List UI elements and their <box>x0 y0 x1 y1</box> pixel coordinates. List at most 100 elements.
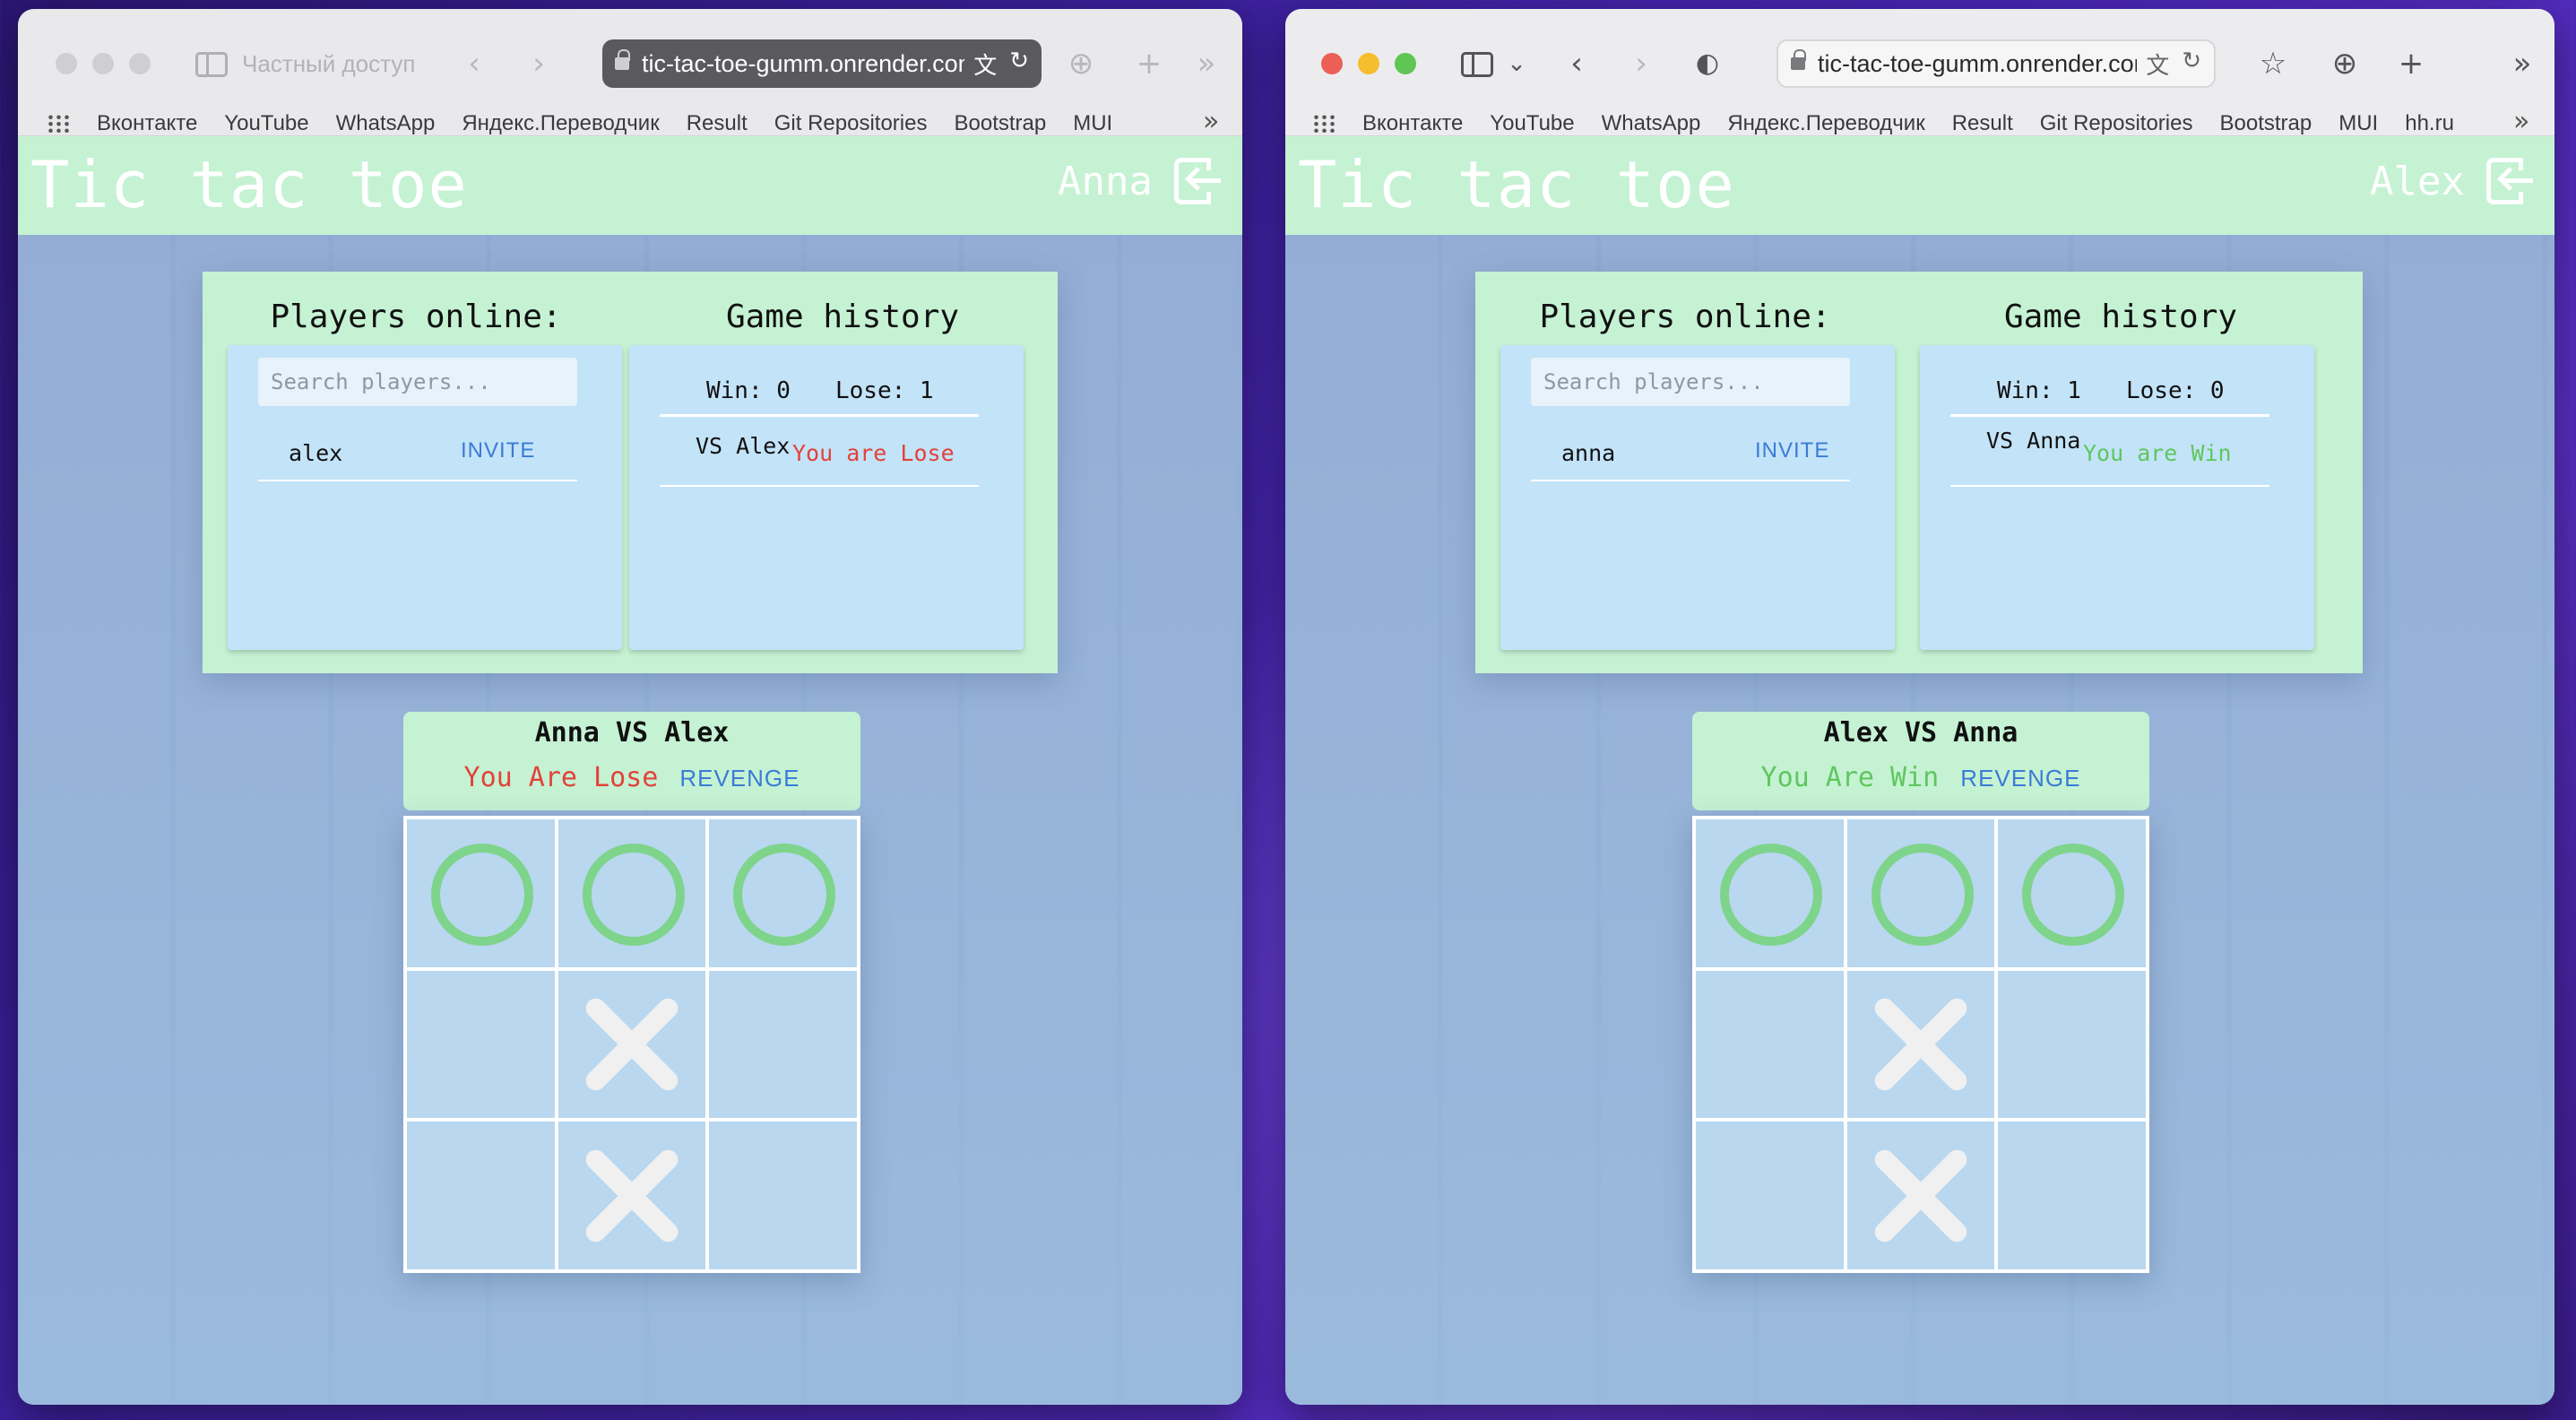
game-history-title: Game history <box>725 299 960 335</box>
private-browsing-label: Частный доступ <box>242 50 416 77</box>
forward-icon[interactable]: › <box>1628 46 1655 82</box>
bookmark-yandex-translate[interactable]: Яндекс.Переводчик <box>462 111 659 136</box>
history-result: You are Lose <box>792 440 955 466</box>
bookmark-vkontakte[interactable]: Вконтакте <box>97 111 197 136</box>
back-icon[interactable]: ‹ <box>461 46 488 82</box>
more-toolbar-icon[interactable]: » <box>1189 46 1224 82</box>
app-title: Tic tac toe <box>1298 147 1735 222</box>
reload-icon[interactable]: ↻ <box>1009 48 1029 81</box>
chevron-down-icon[interactable]: ⌄ <box>1506 46 1527 82</box>
address-bar[interactable]: tic-tac-toe-gumm.onrender.com 文 ↻ <box>602 39 1042 88</box>
board-cell-2[interactable] <box>1996 818 2148 969</box>
match-title: Alex VS Anna <box>1823 717 2018 749</box>
search-players-input[interactable] <box>1531 358 1850 406</box>
new-tab-icon[interactable]: + <box>1131 46 1167 82</box>
bookmark-youtube[interactable]: YouTube <box>224 111 308 136</box>
download-icon[interactable]: ⊕ <box>1063 46 1099 82</box>
lose-count: Lose: 0 <box>2126 377 2225 404</box>
board-cell-6[interactable] <box>405 1120 557 1271</box>
player-name: anna <box>1561 440 1616 466</box>
board-cell-7[interactable] <box>556 1120 708 1271</box>
match-status-card: Anna VS Alex You Are Lose REVENGE <box>403 712 860 810</box>
bookmark-youtube[interactable]: YouTube <box>1490 111 1574 136</box>
board-cell-8[interactable] <box>707 1120 859 1271</box>
reload-icon[interactable]: ↻ <box>2182 48 2201 81</box>
invite-button[interactable]: INVITE <box>1755 438 1829 463</box>
apps-grid-icon[interactable] <box>47 114 72 134</box>
logout-icon[interactable] <box>1173 156 1221 206</box>
board-cell-1[interactable] <box>1845 818 1997 969</box>
bookmark-hh[interactable]: hh.ru <box>2405 111 2454 136</box>
bookmark-star-icon[interactable]: ☆ <box>2255 46 2291 82</box>
history-opponent: VS Alex <box>696 433 791 459</box>
bookmark-git-repositories[interactable]: Git Repositories <box>774 111 928 136</box>
window-controls <box>1321 53 1416 74</box>
bookmark-whatsapp[interactable]: WhatsApp <box>1602 111 1701 136</box>
match-result-text: You Are Win <box>1760 762 1940 793</box>
game-board <box>1692 816 2149 1273</box>
board-cell-5[interactable] <box>1996 968 2148 1121</box>
board-cell-3[interactable] <box>405 968 557 1121</box>
bookmark-yandex-translate[interactable]: Яндекс.Переводчик <box>1727 111 1924 136</box>
translate-icon[interactable]: 文 <box>2146 48 2169 81</box>
board-cell-1[interactable] <box>556 818 708 969</box>
board-cell-8[interactable] <box>1996 1120 2148 1271</box>
minimize-window-button[interactable] <box>92 53 114 74</box>
win-lose-stats: Win: 1 Lose: 0 <box>1950 377 2269 417</box>
bookmark-mui[interactable]: MUI <box>2338 111 2378 136</box>
address-bar[interactable]: tic-tac-toe-gumm.onrender.com 文 ↻ <box>1776 39 2216 88</box>
board-cell-0[interactable] <box>405 818 557 969</box>
bookmark-vkontakte[interactable]: Вконтакте <box>1362 111 1463 136</box>
board-cell-4[interactable] <box>1845 968 1997 1121</box>
bookmark-git-repositories[interactable]: Git Repositories <box>2040 111 2193 136</box>
revenge-button[interactable]: REVENGE <box>1960 765 2080 792</box>
bookmarks-overflow-icon[interactable]: » <box>2513 106 2529 137</box>
board-cell-0[interactable] <box>1694 818 1846 969</box>
sidebar-toggle-icon[interactable] <box>195 52 228 77</box>
lose-count: Lose: 1 <box>835 377 934 404</box>
board-cell-3[interactable] <box>1694 968 1846 1121</box>
translate-icon[interactable]: 文 <box>973 48 997 81</box>
shield-icon[interactable]: ◐ <box>1692 46 1723 82</box>
app-header: Tic tac toe Alex <box>1285 136 2554 235</box>
search-players-input[interactable] <box>258 358 577 406</box>
revenge-button[interactable]: REVENGE <box>679 765 800 792</box>
bookmark-mui[interactable]: MUI <box>1073 111 1112 136</box>
win-lose-stats: Win: 0 Lose: 1 <box>660 377 979 417</box>
logout-icon[interactable] <box>2485 156 2533 206</box>
board-cell-2[interactable] <box>707 818 859 969</box>
zoom-window-button[interactable] <box>129 53 151 74</box>
more-toolbar-icon[interactable]: » <box>2504 46 2540 82</box>
board-cell-5[interactable] <box>707 968 859 1121</box>
dashboard-card: Players online: anna INVITE Game history… <box>1475 272 2363 673</box>
invite-button[interactable]: INVITE <box>461 438 535 463</box>
current-user-name: Anna <box>1058 158 1153 204</box>
board-cell-4[interactable] <box>556 968 708 1121</box>
board-cell-7[interactable] <box>1845 1120 1997 1271</box>
player-list-item: anna INVITE <box>1531 424 1850 481</box>
sidebar-toggle-icon[interactable] <box>1461 52 1493 77</box>
bookmarks-overflow-icon[interactable]: » <box>1203 106 1219 137</box>
close-window-button[interactable] <box>1321 53 1343 74</box>
history-opponent: VS Anna <box>1986 428 2081 454</box>
apps-grid-icon[interactable] <box>1312 114 1337 134</box>
players-online-title: Players online: <box>270 299 562 335</box>
x-mark-icon <box>1847 1121 1995 1269</box>
match-status-card: Alex VS Anna You Are Win REVENGE <box>1692 712 2149 810</box>
minimize-window-button[interactable] <box>1358 53 1379 74</box>
bookmark-result[interactable]: Result <box>1952 111 2013 136</box>
player-name: alex <box>289 440 343 466</box>
close-window-button[interactable] <box>56 53 77 74</box>
zoom-window-button[interactable] <box>1395 53 1416 74</box>
bookmark-whatsapp[interactable]: WhatsApp <box>336 111 436 136</box>
board-cell-6[interactable] <box>1694 1120 1846 1271</box>
bookmark-result[interactable]: Result <box>687 111 748 136</box>
match-title: Anna VS Alex <box>534 717 730 749</box>
forward-icon[interactable]: › <box>525 46 552 82</box>
bookmark-bootstrap[interactable]: Bootstrap <box>2219 111 2312 136</box>
download-icon[interactable]: ⊕ <box>2327 46 2363 82</box>
new-tab-icon[interactable]: + <box>2393 46 2429 82</box>
back-icon[interactable]: ‹ <box>1563 46 1590 82</box>
bookmark-bootstrap[interactable]: Bootstrap <box>954 111 1046 136</box>
window-controls <box>56 53 151 74</box>
